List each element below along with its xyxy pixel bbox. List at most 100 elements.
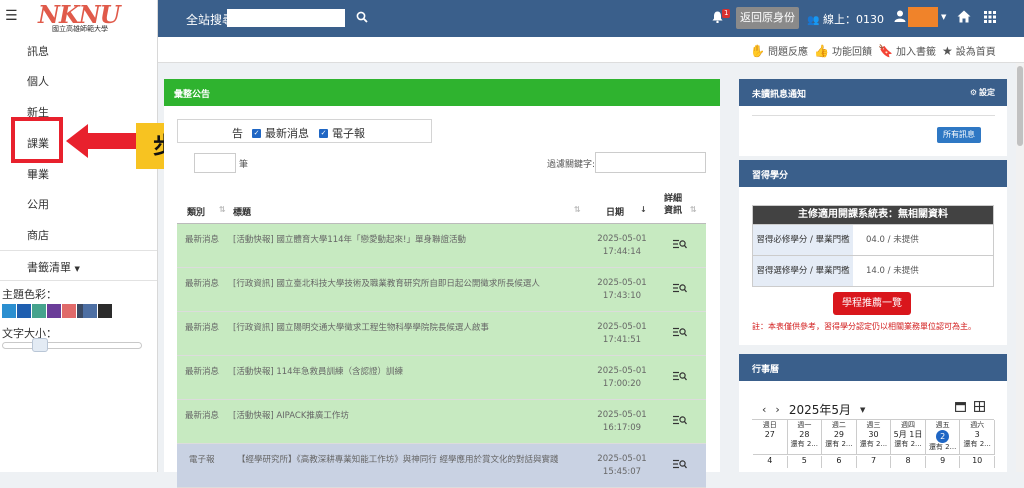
day-number[interactable]: 7 [857, 456, 892, 468]
calendar-day[interactable]: 週一 28 還有 2... [787, 420, 823, 455]
day-events[interactable]: 還有 2... [825, 440, 852, 448]
program-recommend-button[interactable]: 學程推薦一覽 [833, 292, 911, 315]
table-row[interactable]: 最新消息 [活動快報] 114年急救員訓練（含認證）訓練 2025-05-01 1… [177, 356, 706, 400]
table-row[interactable]: 電子報 【經學研究所】《高教深耕專業知能工作坊》與神同行 經學應用於賞文化的對話… [177, 444, 706, 488]
table-body: 最新消息 [活動快報] 國立體育大學114年「戀愛動起來!」單身聯誼活動 202… [177, 224, 706, 488]
row-title[interactable]: 【經學研究所】《高教深耕專業知能工作坊》與神同行 經學應用於賞文化的對話與實踐 [237, 453, 558, 465]
feedback-issue-link[interactable]: ✋ 問題反應 [750, 43, 808, 59]
filter-keyword-input[interactable] [595, 152, 706, 173]
all-messages-button[interactable]: 所有訊息 [937, 127, 981, 143]
detail-search-icon[interactable] [673, 327, 687, 337]
calendar-month[interactable]: 2025年5月 [789, 401, 851, 418]
column-date[interactable]: 日期 [606, 205, 624, 218]
chevron-left-icon[interactable]: ‹ [762, 403, 766, 416]
sort-icon[interactable]: ⇅ [690, 205, 697, 214]
calendar-day[interactable]: 週三 30 還有 2... [856, 420, 892, 455]
grid-view-icon[interactable] [974, 401, 985, 412]
chevron-right-icon[interactable]: › [775, 403, 779, 416]
detail-search-icon[interactable] [673, 371, 687, 381]
table-row[interactable]: 最新消息 [行政資訊] 國立陽明交通大學徵求工程生物科學學院院長候選人啟事 20… [177, 312, 706, 356]
theme-swatch-3[interactable] [32, 304, 46, 318]
notice-settings-link[interactable]: ⚙ 設定 [970, 87, 995, 98]
calendar-day[interactable]: 週日 27 [753, 420, 788, 455]
apps-grid-icon[interactable] [984, 11, 996, 23]
calendar-day[interactable]: 週二 29 還有 2... [822, 420, 857, 455]
day-events[interactable]: 還有 2... [791, 440, 818, 448]
day-number[interactable]: 9 [926, 456, 961, 468]
sidebar-item-messages[interactable]: 訊息 [27, 43, 49, 59]
sidebar-item-graduation[interactable]: 畢業 [27, 166, 49, 182]
sort-desc-icon[interactable]: ↓ [640, 205, 647, 214]
notification-count-badge: 1 [722, 9, 731, 18]
users-icon: 👥 [807, 15, 820, 26]
day-events[interactable]: 還有 2... [964, 440, 991, 448]
day-events[interactable]: 還有 2... [894, 440, 921, 448]
day-events[interactable]: 還有 2... [929, 443, 956, 451]
search-icon[interactable] [356, 11, 368, 23]
checkbox-checked-icon[interactable]: ✓ [319, 128, 328, 138]
day-number[interactable]: 6 [822, 456, 857, 468]
table-row[interactable]: 最新消息 [活動快報] 國立體育大學114年「戀愛動起來!」單身聯誼活動 202… [177, 224, 706, 268]
theme-swatch-1[interactable] [2, 304, 16, 318]
calendar-day[interactable]: 週六 3 還有 2... [960, 420, 995, 455]
theme-color-label: 主題色彩： [2, 288, 57, 301]
filter-latest-news[interactable]: ✓ 最新消息 [252, 125, 309, 141]
detail-search-icon[interactable] [673, 415, 687, 425]
calendar-day[interactable]: 週四 5月 1日 還有 2... [891, 420, 926, 455]
set-homepage-link[interactable]: ★ 設為首頁 [942, 43, 996, 59]
row-title[interactable]: [活動快報] AIPACK推廣工作坊 [233, 409, 349, 421]
home-icon[interactable] [957, 10, 971, 23]
day-number[interactable]: 10 [960, 456, 995, 468]
chevron-down-icon[interactable]: ▼ [860, 406, 865, 414]
row-date: 2025-05-01 16:17:09 [597, 409, 647, 435]
day-events[interactable]: 還有 2... [860, 440, 887, 448]
function-feedback-link[interactable]: 👍 功能回饋 [814, 43, 872, 59]
logo[interactable]: NKNU 國立高雄師範大學 [38, 3, 121, 34]
day-number: 29 [833, 430, 844, 439]
font-size-slider[interactable] [2, 342, 142, 349]
row-date: 2025-05-01 17:43:10 [597, 277, 647, 303]
calendar-icon[interactable] [955, 401, 966, 412]
user-avatar-box[interactable] [908, 7, 938, 27]
return-identity-button[interactable]: 返回原身份 [736, 7, 799, 29]
sidebar-item-shop[interactable]: 商店 [27, 227, 49, 243]
theme-swatch-8[interactable] [98, 304, 112, 318]
sidebar: ☰ NKNU 國立高雄師範大學 訊息 個人 新生 課業 畢業 公用 商店 書籤清… [0, 0, 158, 472]
theme-swatch-7b[interactable] [83, 304, 97, 318]
theme-swatch-5[interactable] [62, 304, 76, 318]
row-title[interactable]: [活動快報] 114年急救員訓練（含認證）訓練 [233, 365, 403, 377]
user-menu-caret-icon[interactable]: ▼ [941, 13, 946, 21]
hamburger-menu-icon[interactable]: ☰ [5, 9, 18, 23]
scrollbar-thumb[interactable] [1017, 66, 1023, 146]
table-row[interactable]: 最新消息 [活動快報] AIPACK推廣工作坊 2025-05-01 16:17:… [177, 400, 706, 444]
theme-swatch-2[interactable] [17, 304, 31, 318]
add-bookmark-link[interactable]: 🔖 加入書籤 [878, 43, 936, 59]
detail-search-icon[interactable] [673, 459, 687, 469]
table-row[interactable]: 最新消息 [行政資訊] 國立臺北科技大學技術及職業教育研究所自即日起公開徵求所長… [177, 268, 706, 312]
table-row: 習得必修學分 / 畢業門檻 04.0 / 未提供 [753, 224, 993, 255]
day-number[interactable]: 8 [891, 456, 926, 468]
column-title[interactable]: 標題 [233, 205, 251, 218]
site-search-input[interactable] [227, 9, 345, 27]
day-number[interactable]: 5 [788, 456, 823, 468]
sidebar-item-personal[interactable]: 個人 [27, 73, 49, 89]
row-title[interactable]: [行政資訊] 國立陽明交通大學徵求工程生物科學學院院長候選人啟事 [233, 321, 489, 333]
column-type[interactable]: 類別 [187, 205, 205, 218]
row-title[interactable]: [活動快報] 國立體育大學114年「戀愛動起來!」單身聯誼活動 [233, 233, 466, 245]
calendar-nav: ‹ › 2025年5月 ▼ [762, 401, 865, 418]
theme-swatch-4[interactable] [47, 304, 61, 318]
sort-icon[interactable]: ⇅ [574, 205, 581, 214]
checkbox-checked-icon[interactable]: ✓ [252, 128, 261, 138]
calendar-day-today[interactable]: 週五 2 還有 2... [925, 420, 961, 455]
row-title[interactable]: [行政資訊] 國立臺北科技大學技術及職業教育研究所自即日起公開徵求所長候選人 [233, 277, 540, 289]
filter-newsletter[interactable]: ✓ 電子報 [319, 125, 365, 141]
sidebar-item-public[interactable]: 公用 [27, 196, 49, 212]
page-size-select[interactable] [194, 153, 236, 173]
detail-search-icon[interactable] [673, 239, 687, 249]
sort-icon[interactable]: ⇅ [219, 205, 226, 214]
day-number[interactable]: 4 [753, 456, 788, 468]
booklist-dropdown[interactable]: 書籤清單 ▼ [0, 250, 157, 281]
font-size-slider-handle[interactable] [32, 338, 48, 352]
detail-search-icon[interactable] [673, 283, 687, 293]
announcements-table: 類別 ⇅ 標題 ⇅ 日期 ↓ 詳細資訊 ⇅ 最新消息 [活動快報] 國立體育大學… [177, 189, 706, 488]
